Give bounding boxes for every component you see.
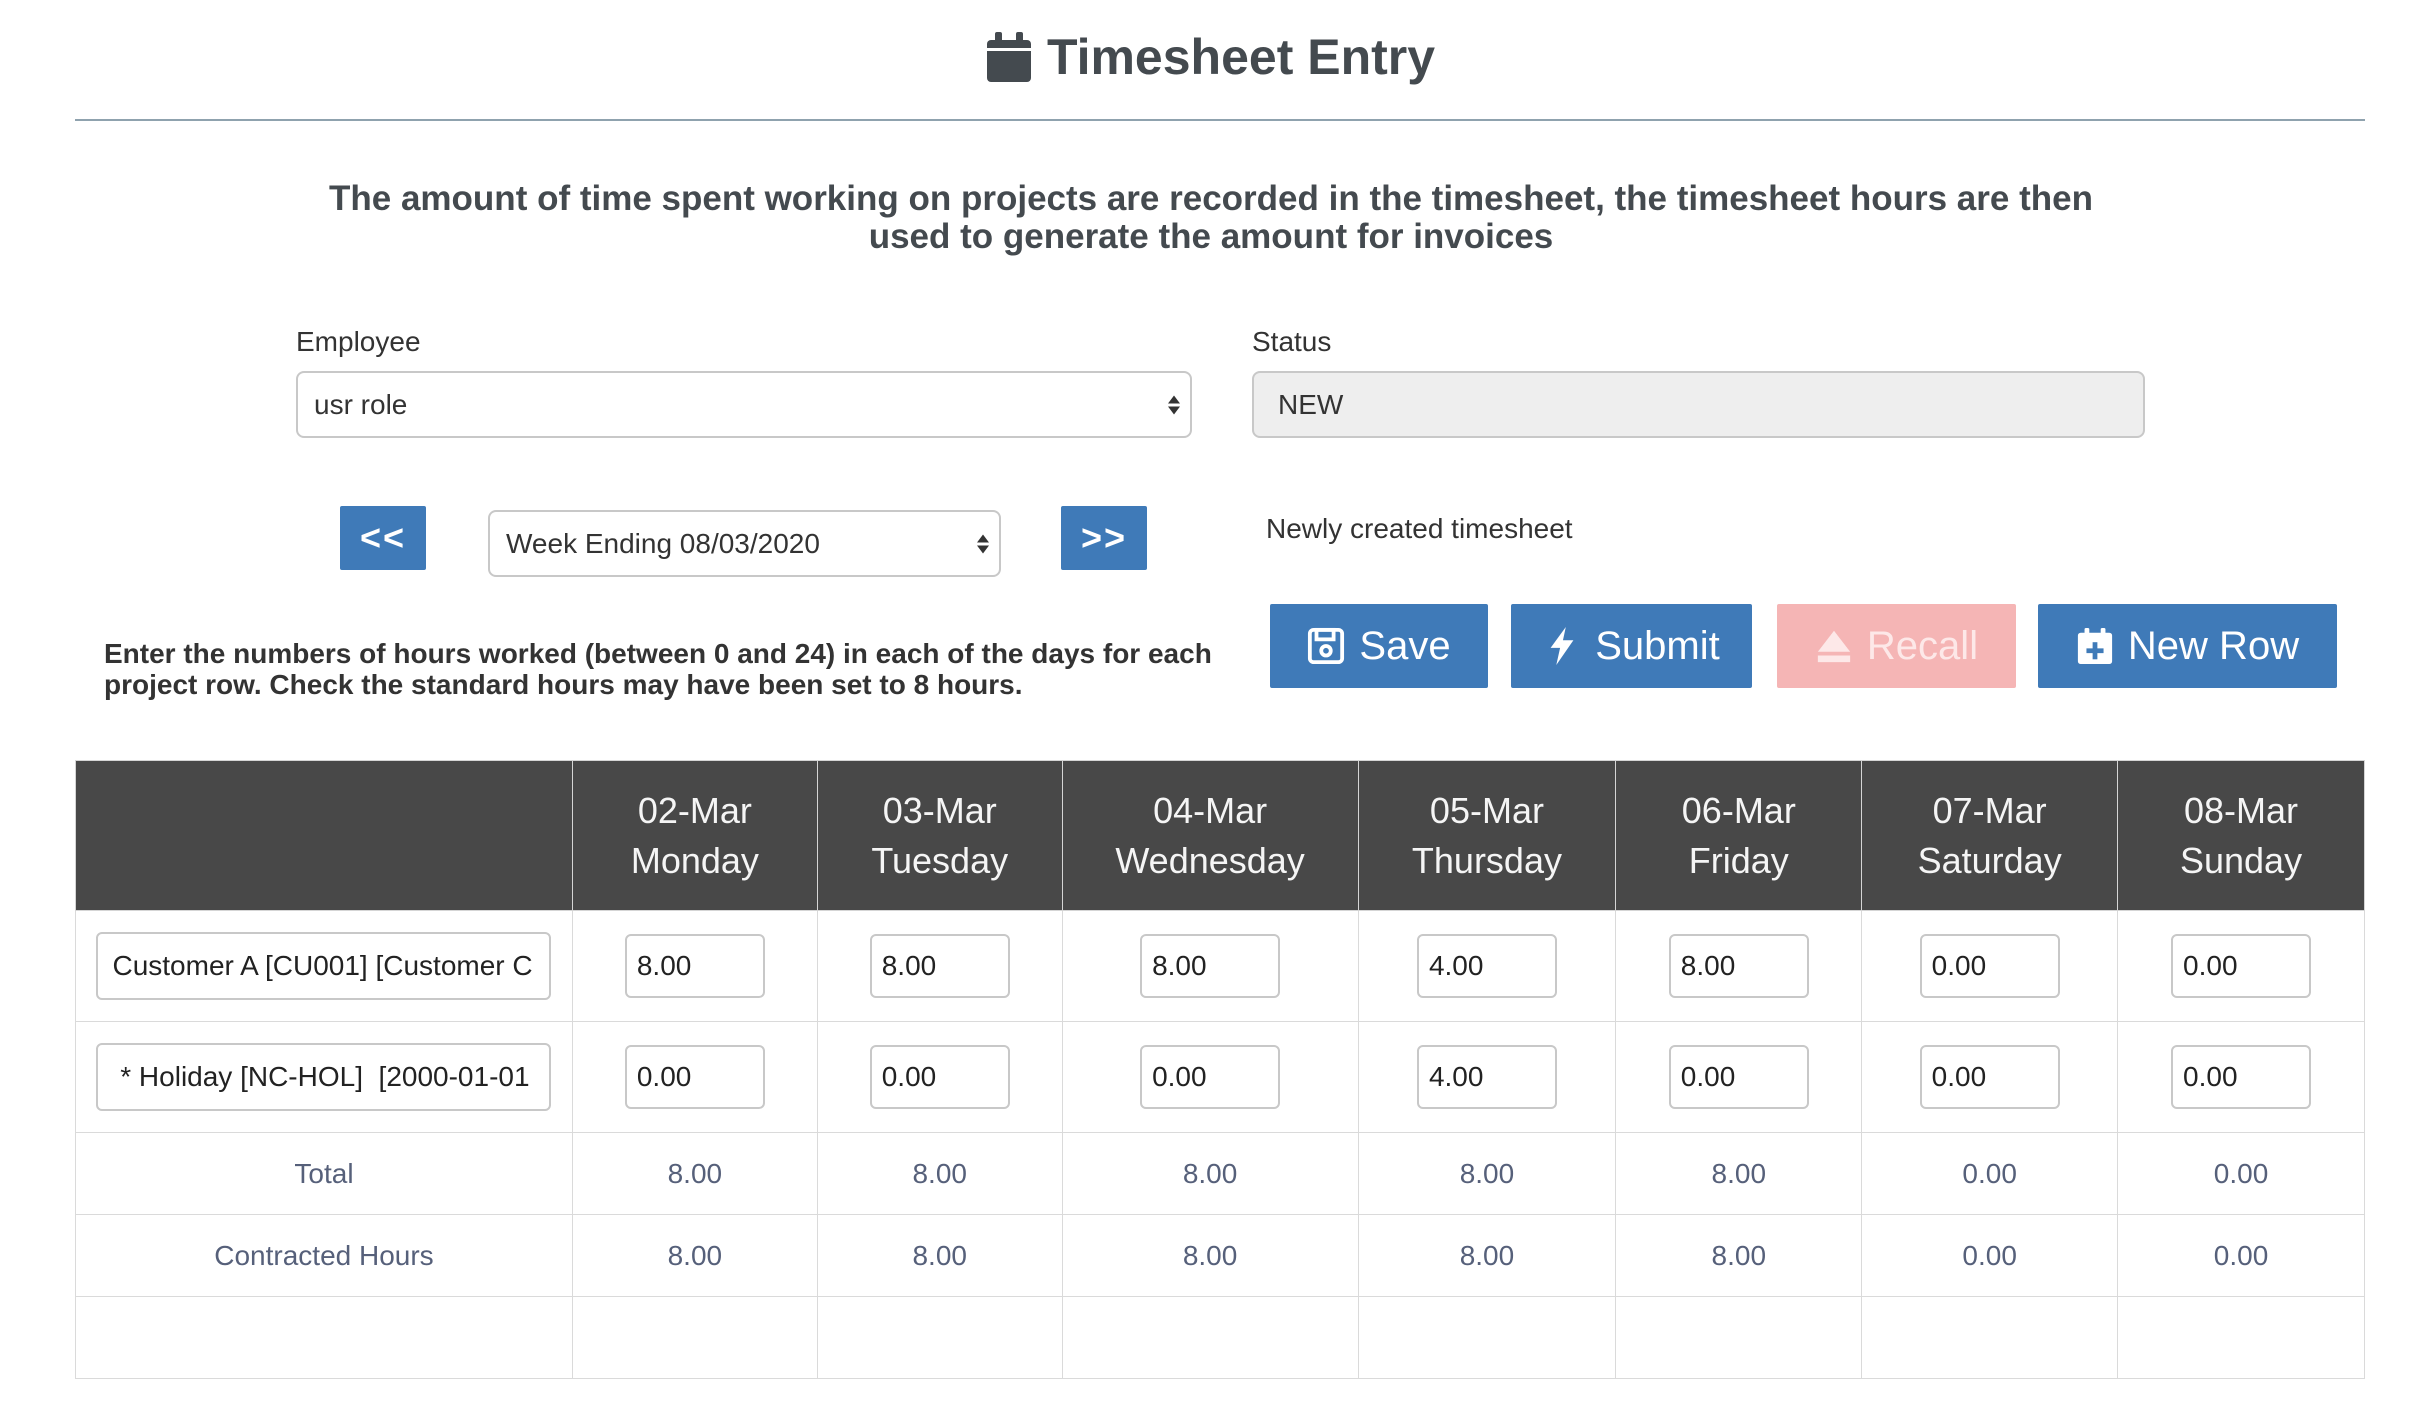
status-value: NEW xyxy=(1278,388,1344,420)
select-arrows-icon xyxy=(1168,395,1180,414)
project-select[interactable]: * Holiday [NC-HOL] [2000-01-01 xyxy=(96,1043,552,1111)
table-header-row: 02-Mar Monday 03-Mar Tuesday 04-Mar Wednesd… xyxy=(75,760,2365,911)
previous-week-button[interactable]: << xyxy=(340,506,426,570)
status-field: NEW xyxy=(1252,371,2145,438)
total-cell: 0.00 xyxy=(2117,1132,2365,1215)
day-column-header: 07-Mar Saturday xyxy=(1861,760,2119,911)
total-cell: 8.00 xyxy=(1615,1132,1863,1215)
project-select[interactable]: Customer A [CU001] [Customer C xyxy=(96,932,552,1000)
contracted-cell: 8.00 xyxy=(816,1214,1063,1297)
submit-button-label: Submit xyxy=(1595,623,1720,668)
total-cell: 8.00 xyxy=(571,1132,818,1215)
submit-button[interactable]: Submit xyxy=(1511,604,1752,688)
calendar-plus-icon xyxy=(2077,627,2113,665)
project-column-header xyxy=(75,760,573,911)
week-select[interactable]: Week Ending 08/03/2020 xyxy=(488,510,1001,577)
total-cell: 0.00 xyxy=(1861,1132,2119,1215)
new-row-button[interactable]: New Row xyxy=(2038,604,2337,688)
save-button[interactable]: Save xyxy=(1270,604,1488,688)
day-column-header: 04-Mar Wednesday xyxy=(1061,760,1359,911)
intro-text: The amount of time spent working on proj… xyxy=(329,179,2093,256)
day-column-header: 03-Mar Tuesday xyxy=(816,760,1063,911)
employee-select[interactable]: usr role xyxy=(296,371,1192,438)
hours-input[interactable]: 0.00 xyxy=(624,1045,765,1109)
select-arrows-icon xyxy=(977,534,989,553)
save-button-label: Save xyxy=(1359,623,1451,668)
status-message: Newly created timesheet xyxy=(1266,513,1573,544)
contracted-cell: 8.00 xyxy=(1061,1214,1359,1297)
total-cell: 8.00 xyxy=(1061,1132,1359,1215)
contracted-hours-label: Contracted Hours xyxy=(75,1214,573,1297)
hours-input[interactable]: 4.00 xyxy=(1416,1045,1557,1109)
hours-input[interactable]: 0.00 xyxy=(1140,1045,1281,1109)
hours-input[interactable]: 4.00 xyxy=(1416,934,1557,998)
hours-input[interactable]: 8.00 xyxy=(869,934,1010,998)
hours-input[interactable]: 0.00 xyxy=(2171,1045,2312,1109)
hours-input[interactable]: 0.00 xyxy=(869,1045,1010,1109)
contracted-cell: 8.00 xyxy=(571,1214,818,1297)
contracted-cell: 8.00 xyxy=(1357,1214,1617,1297)
recall-button[interactable]: Recall xyxy=(1777,604,2016,688)
empty-row xyxy=(75,1296,2365,1379)
hours-input[interactable]: 0.00 xyxy=(2171,934,2312,998)
next-week-button[interactable]: >> xyxy=(1061,506,1147,570)
hours-input[interactable]: 0.00 xyxy=(1919,1045,2060,1109)
new-row-button-label: New Row xyxy=(2127,623,2300,668)
total-cell: 8.00 xyxy=(816,1132,1063,1215)
total-label: Total xyxy=(75,1132,573,1215)
hours-hint: Enter the numbers of hours worked (betwe… xyxy=(104,638,1212,700)
hours-input[interactable]: 0.00 xyxy=(1668,1045,1809,1109)
table-row: * Holiday [NC-HOL] [2000-01-01 0.00 0.00… xyxy=(75,1021,2365,1133)
day-column-header: 05-Mar Thursday xyxy=(1357,760,1617,911)
contracted-cell: 8.00 xyxy=(1615,1214,1863,1297)
bolt-icon xyxy=(1550,627,1574,665)
day-column-header: 08-Mar Sunday xyxy=(2117,760,2365,911)
timesheet-table: 02-Mar Monday 03-Mar Tuesday 04-Mar Wednesd… xyxy=(75,760,2365,1379)
contracted-hours-row: Contracted Hours 8.00 8.00 8.00 8.00 8.0… xyxy=(75,1214,2365,1297)
contracted-cell: 0.00 xyxy=(2117,1214,2365,1297)
day-column-header: 06-Mar Friday xyxy=(1615,760,1863,911)
title-divider xyxy=(75,119,2365,121)
hours-input[interactable]: 0.00 xyxy=(1919,934,2060,998)
week-select-value: Week Ending 08/03/2020 xyxy=(506,527,820,559)
floppy-disk-icon xyxy=(1308,627,1345,665)
eject-icon xyxy=(1817,630,1851,663)
employee-label: Employee xyxy=(296,326,421,357)
page-title: Timesheet Entry xyxy=(0,28,2422,86)
status-label: Status xyxy=(1252,326,1332,357)
calendar-icon xyxy=(986,32,1031,82)
table-row: Customer A [CU001] [Customer C 8.00 8.00… xyxy=(75,910,2365,1022)
hours-input[interactable]: 8.00 xyxy=(624,934,765,998)
employee-select-value: usr role xyxy=(314,388,408,420)
total-row: Total 8.00 8.00 8.00 8.00 8.00 0.00 0.00 xyxy=(75,1132,2365,1215)
total-cell: 8.00 xyxy=(1357,1132,1617,1215)
page-title-text: Timesheet Entry xyxy=(1046,29,1436,85)
day-column-header: 02-Mar Monday xyxy=(571,760,818,911)
hours-input[interactable]: 8.00 xyxy=(1140,934,1281,998)
contracted-cell: 0.00 xyxy=(1861,1214,2119,1297)
recall-button-label: Recall xyxy=(1866,623,1979,668)
hours-input[interactable]: 8.00 xyxy=(1668,934,1809,998)
